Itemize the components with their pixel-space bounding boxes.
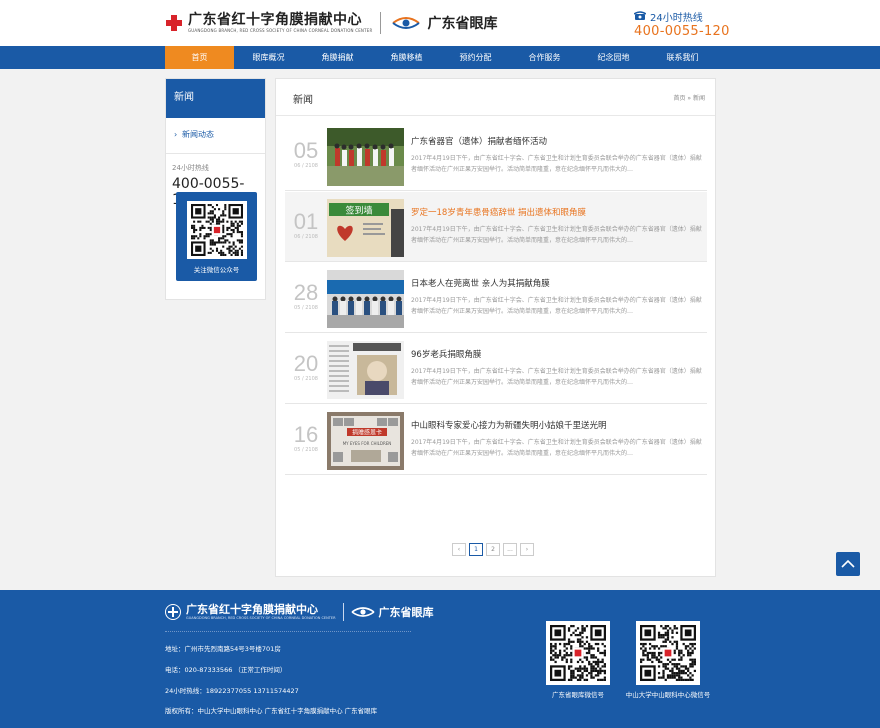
news-title[interactable]: 罗定一18岁青年患骨癌辞世 捐出遗体和眼角膜 — [411, 206, 586, 218]
news-date-month-year: 06 / 2108 — [294, 163, 318, 169]
news-item[interactable]: 01 06 / 2108 签到墙 罗定一18岁青年患骨癌辞世 捐出遗体和眼角膜 … — [285, 192, 707, 262]
sidebar-item-label: 新闻动态 — [182, 130, 214, 139]
phone-icon — [634, 11, 646, 20]
news-date-month-year: 05 / 2108 — [294, 305, 318, 311]
chevron-up-icon — [841, 559, 855, 568]
next-page-button[interactable]: › — [520, 543, 534, 556]
news-item[interactable]: 28 05 / 2108 日本老人在莞离世 亲人为其捐献角膜 2017年4月19… — [285, 263, 707, 333]
news-date-month-year: 05 / 2108 — [294, 447, 318, 453]
site-footer: 广东省红十字角膜捐献中心 GUANGDONG BRANCH, RED CROSS… — [0, 590, 880, 728]
eye-bank-name: 广东省眼库 — [427, 16, 498, 32]
logo-subtitle: GUANGDONG BRANCH, RED CROSS SOCIETY OF C… — [188, 28, 373, 33]
footer-logo-title: 广东省红十字角膜捐献中心 — [186, 603, 318, 616]
news-list: 05 06 / 2108 广东省器官（遗体）捐献者缅怀活动 2017年4月19日… — [285, 121, 707, 476]
news-summary: 2017年4月19日下午，由广东省红十字会、广东省卫生和计划生育委员会联合举办的… — [411, 297, 702, 315]
news-item[interactable]: 20 05 / 2108 96岁老兵捐眼角膜 2017年4月19日下午，由广东省… — [285, 334, 707, 404]
sidebar-item-news[interactable]: › 新闻动态 — [166, 126, 265, 154]
news-title[interactable]: 广东省器官（遗体）捐献者缅怀活动 — [411, 135, 547, 147]
news-title[interactable]: 日本老人在莞离世 亲人为其捐献角膜 — [411, 277, 550, 289]
nav-item-cooperation[interactable]: 合作服务 — [510, 46, 579, 69]
sidebar-hotline-label: 24小时热线 — [172, 164, 209, 172]
page-ellipsis[interactable]: ... — [503, 543, 517, 556]
footer-divider — [165, 631, 411, 632]
prev-page-button[interactable]: ‹ — [452, 543, 466, 556]
pagination: ‹ 1 2 ... › — [452, 543, 534, 556]
chevron-right-icon: › — [174, 130, 178, 139]
news-date-day: 01 — [293, 209, 319, 234]
main-nav: 首页 眼库概况 角膜捐献 角膜移植 预约分配 合作服务 纪念园地 联系我们 — [0, 46, 880, 69]
news-summary: 2017年4月19日下午，由广东省红十字会、广东省卫生和计划生育委员会联合举办的… — [411, 368, 702, 386]
site-header: 广东省红十字角膜捐献中心 GUANGDONG BRANCH, RED CROSS… — [0, 0, 880, 46]
nav-item-home[interactable]: 首页 — [165, 46, 234, 69]
nav-item-appointment[interactable]: 预约分配 — [441, 46, 510, 69]
thumb-card-text: 捐赠感恩卡 — [352, 429, 382, 437]
footer-logo-subtitle: GUANGDONG BRANCH, RED CROSS SOCIETY OF C… — [186, 616, 336, 620]
hotline-number: 400-0055-120 — [634, 24, 730, 39]
news-title[interactable]: 中山眼科专家爱心接力为新疆失明小姑娘千里送光明 — [411, 419, 607, 431]
news-thumbnail[interactable] — [327, 341, 404, 399]
red-cross-icon — [165, 14, 183, 32]
news-item[interactable]: 05 06 / 2108 广东省器官（遗体）捐献者缅怀活动 2017年4月19日… — [285, 121, 707, 191]
news-date-month-year: 05 / 2108 — [294, 376, 318, 382]
sidebar: 新闻 › 新闻动态 24小时热线 400-0055-120 关注微信公众号 — [165, 78, 266, 300]
news-thumbnail[interactable] — [327, 270, 404, 328]
news-panel: 新闻 首页 » 新闻 05 06 / 2108 广东省器官（遗体）捐献者缅怀活动… — [275, 78, 716, 577]
news-summary: 2017年4月19日下午，由广东省红十字会、广东省卫生和计划生育委员会联合举办的… — [411, 155, 702, 173]
logo-divider — [380, 12, 382, 34]
sidebar-title: 新闻 — [166, 79, 265, 118]
zoc-wechat-qr — [636, 621, 700, 685]
wechat-qr-card: 关注微信公众号 — [176, 192, 257, 281]
news-title[interactable]: 96岁老兵捐眼角膜 — [411, 348, 481, 360]
breadcrumb[interactable]: 首页 » 新闻 — [674, 93, 706, 102]
news-thumbnail[interactable]: 捐赠感恩卡 MY EYES FOR CHILDREN — [327, 412, 404, 470]
page-button-1[interactable]: 1 — [469, 543, 483, 556]
hotline-label: 24小时热线 — [650, 12, 703, 24]
news-thumbnail[interactable] — [327, 128, 404, 186]
footer-address: 地址：广州市先烈南路54号3号楼701房 — [165, 645, 281, 653]
eye-bank-wechat-qr — [546, 621, 610, 685]
back-to-top-button[interactable] — [836, 552, 860, 576]
eye-bank-wechat-label: 广东省眼库微信号 — [552, 691, 604, 699]
news-thumbnail[interactable]: 签到墙 — [327, 199, 404, 257]
footer-hotline: 24小时热线：18922377055 13711574427 — [165, 687, 299, 695]
news-date-day: 05 — [293, 138, 319, 163]
logo-title: 广东省红十字角膜捐献中心 — [188, 12, 362, 28]
site-logo[interactable]: 广东省红十字角膜捐献中心 GUANGDONG BRANCH, RED CROSS… — [165, 10, 497, 36]
nav-item-memorial[interactable]: 纪念园地 — [579, 46, 648, 69]
wechat-qr-code — [187, 201, 247, 259]
nav-item-donation[interactable]: 角膜捐献 — [303, 46, 372, 69]
eye-logo-icon — [351, 605, 375, 619]
news-item[interactable]: 16 05 / 2108 捐赠感恩卡 MY EYES FOR CHILDREN … — [285, 405, 707, 475]
page-title: 新闻 — [293, 95, 313, 106]
zoc-wechat-label: 中山大学中山眼科中心微信号 — [625, 691, 711, 699]
news-date-day: 28 — [293, 280, 319, 305]
thumb-card-en-text: MY EYES FOR CHILDREN — [343, 441, 392, 446]
news-date-day: 20 — [293, 351, 319, 376]
footer-logo-divider — [342, 603, 344, 621]
red-cross-icon — [165, 604, 181, 620]
thumb-sign-text: 签到墙 — [345, 205, 372, 217]
news-summary: 2017年4月19日下午，由广东省红十字会、广东省卫生和计划生育委员会联合举办的… — [411, 439, 702, 457]
news-date-day: 16 — [293, 422, 319, 447]
news-summary: 2017年4月19日下午，由广东省红十字会、广东省卫生和计划生育委员会联合举办的… — [411, 226, 702, 244]
page-button-2[interactable]: 2 — [486, 543, 500, 556]
nav-item-contact[interactable]: 联系我们 — [648, 46, 717, 69]
footer-eye-bank-name: 广东省眼库 — [378, 606, 434, 619]
news-date-month-year: 06 / 2108 — [294, 234, 318, 240]
wechat-qr-label: 关注微信公众号 — [193, 266, 240, 274]
nav-item-overview[interactable]: 眼库概况 — [234, 46, 303, 69]
footer-copyright: 版权所有：中山大学中山眼科中心 广东省红十字角膜捐献中心 广东省眼库 — [165, 707, 378, 715]
nav-item-transplant[interactable]: 角膜移植 — [372, 46, 441, 69]
footer-logo[interactable]: 广东省红十字角膜捐献中心 GUANGDONG BRANCH, RED CROSS… — [165, 603, 434, 621]
eye-logo-icon — [391, 14, 421, 32]
footer-phone: 电话：020-87333566 （正常工作时间） — [165, 666, 287, 674]
header-hotline: 24小时热线 400-0055-120 — [634, 9, 730, 39]
